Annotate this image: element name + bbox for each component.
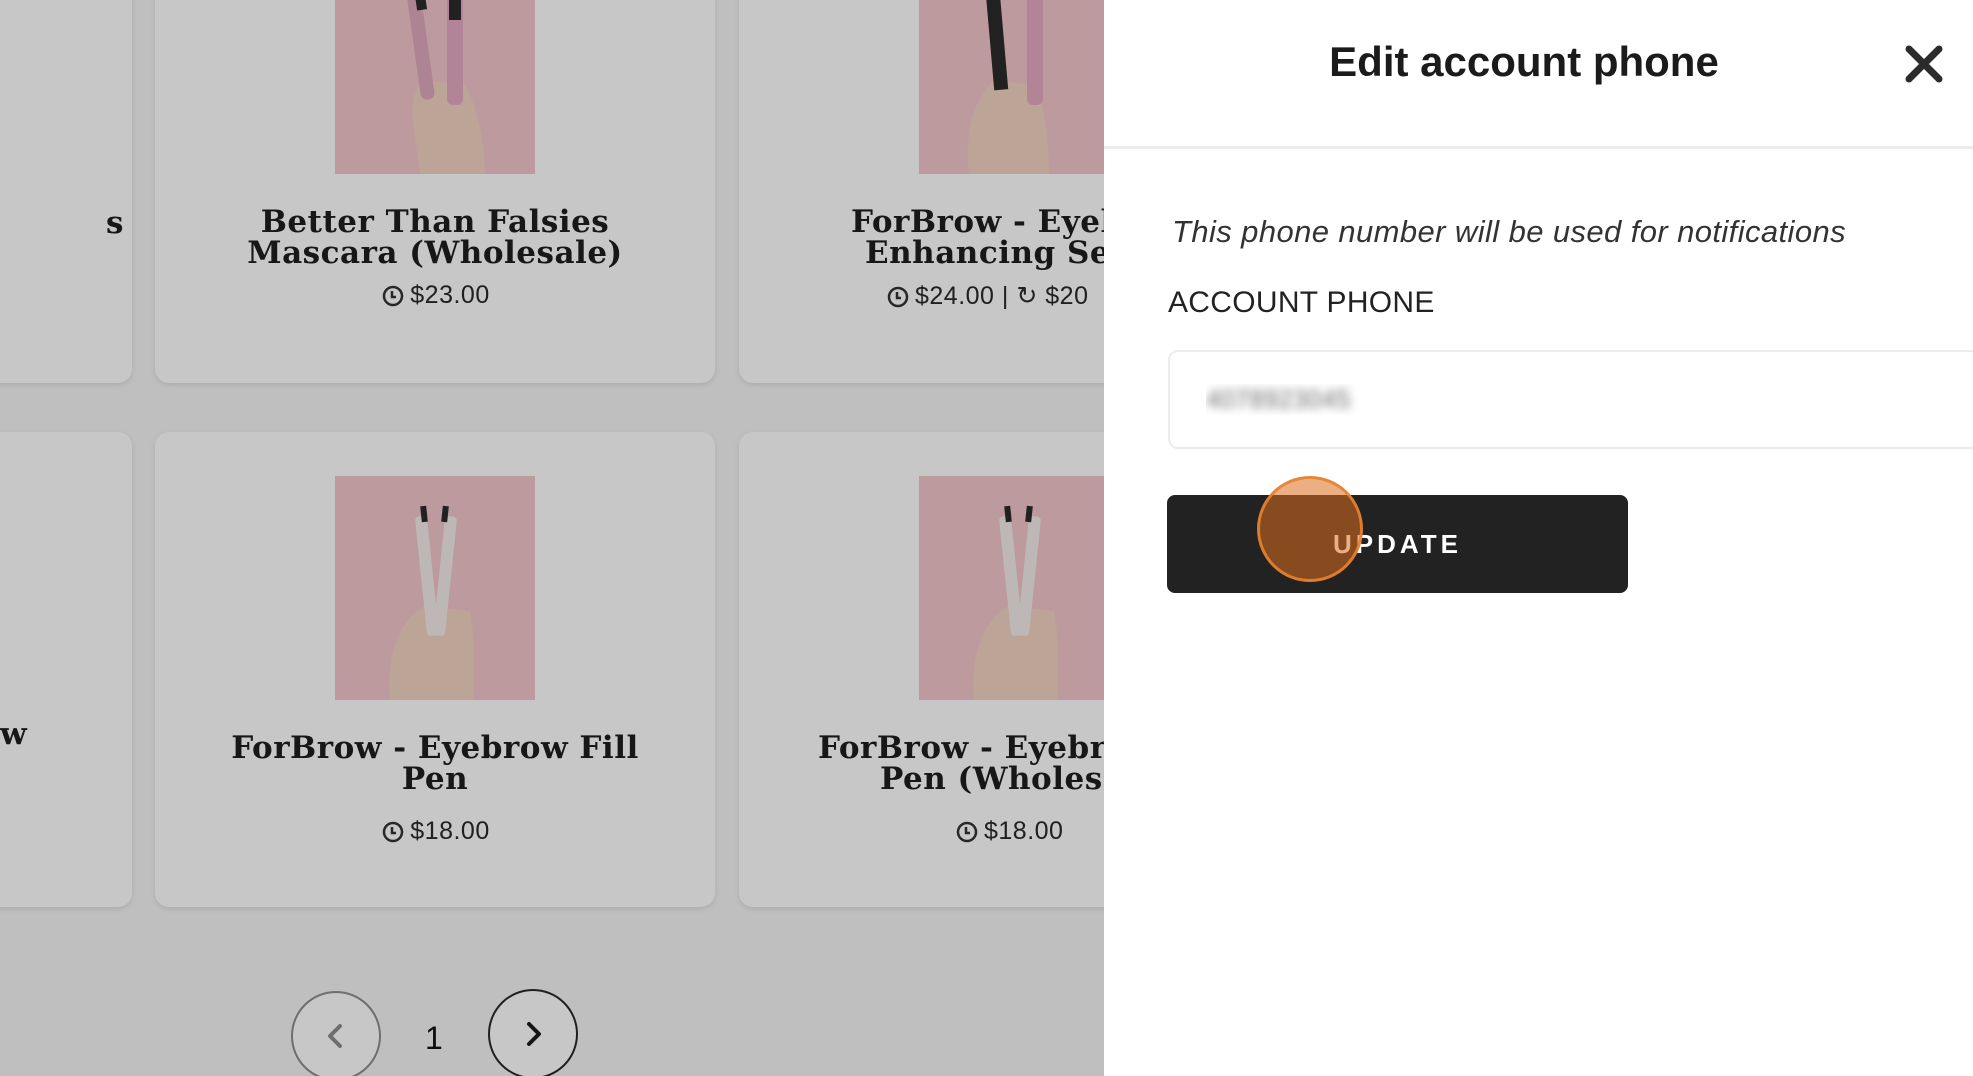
- modal-backdrop[interactable]: [0, 0, 1104, 1076]
- helper-text: This phone number will be used for notif…: [1172, 214, 1846, 249]
- product-catalog: s w Better Than Falsies Mascara (Wholesa…: [0, 0, 1104, 1076]
- drawer-title: Edit account phone: [1329, 38, 1719, 85]
- account-phone-input[interactable]: [1168, 350, 1973, 449]
- account-phone-label: ACCOUNT PHONE: [1168, 286, 1435, 319]
- close-button[interactable]: [1902, 42, 1946, 86]
- update-button[interactable]: UPDATE: [1167, 495, 1628, 593]
- drawer-header: Edit account phone: [1104, 0, 1973, 149]
- edit-phone-drawer: Edit account phone This phone number wil…: [1104, 0, 1973, 1076]
- close-icon: [1905, 45, 1943, 83]
